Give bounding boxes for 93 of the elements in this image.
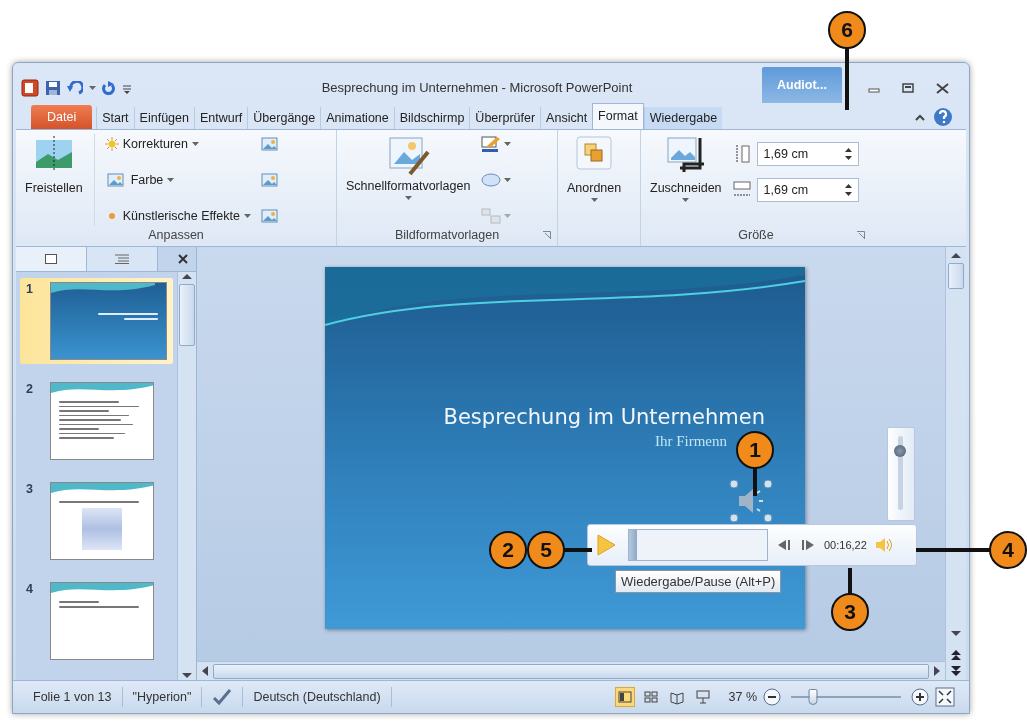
playback-time: 00:16,22 (824, 539, 867, 551)
dialog-launcher-icon[interactable] (857, 231, 865, 239)
ribbon-tab[interactable]: Format (592, 103, 644, 129)
group-label: Größe (738, 228, 774, 242)
caret-icon (590, 198, 598, 202)
stacked-squares-icon (576, 136, 613, 170)
slide-list-item[interactable]: 2 (20, 378, 173, 464)
progress-track[interactable] (628, 529, 768, 561)
caret-icon (167, 178, 175, 182)
spin-arrows-icon[interactable] (844, 147, 852, 161)
spin-arrows-icon[interactable] (844, 183, 852, 197)
collapse-ribbon-icon[interactable] (915, 113, 925, 121)
width-field[interactable]: 1,69 cm (756, 178, 859, 202)
scroll-thumb[interactable] (179, 284, 195, 346)
height-field[interactable]: 1,69 cm (756, 142, 859, 166)
sun-icon (104, 137, 119, 151)
close-icon[interactable] (936, 82, 949, 94)
scroll-right-icon[interactable] (933, 666, 941, 676)
close-icon[interactable] (178, 254, 188, 264)
app-logo-icon[interactable] (21, 79, 39, 97)
picture-brush-icon (386, 136, 431, 176)
scroll-down-icon[interactable] (951, 630, 961, 638)
group-label: Bildformatvorlagen (394, 228, 500, 242)
landscape-icon (33, 136, 74, 172)
window-title: Besprechung im Unternehmen - Microsoft PowerPoint (320, 79, 634, 97)
volume-thumb[interactable] (894, 444, 906, 457)
spellcheck-icon[interactable] (212, 689, 233, 705)
scroll-left-icon[interactable] (201, 666, 209, 676)
remove-background-button[interactable]: Freistellen (22, 134, 86, 226)
caret-icon (504, 178, 512, 182)
change-picture-icon[interactable] (260, 172, 279, 188)
crop-button[interactable]: Zuschneiden (647, 134, 725, 226)
caret-icon (243, 214, 251, 218)
reset-picture-icon[interactable] (260, 208, 279, 224)
group-label: Anpassen (147, 227, 205, 244)
slide-number: 3 (26, 482, 34, 496)
slide-list-item[interactable]: 3 (20, 478, 173, 564)
scroll-thumb[interactable] (948, 263, 964, 289)
ribbon-dropdown-button[interactable]: Korrekturen (102, 136, 253, 152)
outline-icon (115, 254, 129, 264)
tooltip: Wiedergabe/Pause (Alt+P) (615, 570, 782, 593)
slide-number: 1 (26, 282, 34, 296)
slide-subtitle: Ihr Firmenn (654, 433, 727, 450)
scroll-up-icon[interactable] (951, 251, 961, 259)
scroll-up-icon[interactable] (182, 272, 192, 280)
maximize-icon[interactable] (902, 83, 914, 93)
caret-icon (504, 142, 512, 146)
next-slide-icon[interactable] (951, 666, 961, 676)
compress-pictures-icon[interactable] (260, 136, 279, 152)
slide-number: 2 (26, 382, 34, 396)
customize-toolbar-icon[interactable] (122, 82, 132, 94)
arrange-button[interactable]: Anordnen (564, 134, 625, 226)
crop-picture-icon (665, 136, 706, 174)
slide-list-item[interactable]: 1 (20, 278, 173, 364)
callout-number: 4 (989, 531, 1027, 569)
undo-icon[interactable] (67, 81, 83, 95)
zoom-out-icon[interactable] (763, 688, 781, 706)
callout-number: 6 (828, 11, 866, 49)
slide-list-item[interactable]: 4 (20, 578, 173, 664)
theme-name: "Hyperion" (122, 687, 203, 707)
help-icon[interactable] (933, 107, 953, 127)
caret-icon (504, 214, 512, 218)
contextual-tab-header: Audiot... (762, 67, 842, 103)
speaker-icon[interactable] (729, 479, 773, 523)
skip-back-icon[interactable] (776, 539, 792, 551)
normal-view-button[interactable] (614, 687, 635, 707)
volume-slider[interactable] (887, 427, 915, 521)
previous-slide-icon[interactable] (951, 650, 961, 660)
scroll-thumb[interactable] (213, 663, 929, 679)
caret-icon (404, 196, 412, 200)
color-picture-icon[interactable] (104, 172, 127, 188)
caret-icon (682, 198, 690, 202)
caret-icon (89, 86, 96, 90)
ribbon-dropdown-button[interactable]: Künstlerische Effekte (102, 208, 253, 224)
skip-forward-icon[interactable] (800, 539, 816, 551)
ribbon-tab[interactable]: Wiedergabe (643, 107, 723, 129)
dialog-launcher-icon[interactable] (543, 231, 551, 239)
pencil-border-icon[interactable] (481, 136, 502, 152)
effects-icon[interactable] (481, 173, 502, 187)
ribbon-dropdown-button[interactable]: Farbe (102, 171, 253, 189)
zoom-in-icon[interactable] (911, 688, 929, 706)
slide-number: 4 (26, 582, 34, 596)
slide-counter: Folie 1 von 13 (23, 687, 123, 707)
slide-icon (45, 254, 57, 264)
language[interactable]: Deutsch (Deutschland) (243, 687, 392, 707)
save-icon[interactable] (45, 80, 61, 96)
fit-to-window-icon[interactable] (935, 687, 955, 707)
quick-styles-button[interactable]: Schnellformatvorlagen (343, 134, 474, 226)
zoom-level[interactable]: 37 % (728, 690, 757, 704)
slides-tab[interactable] (16, 247, 87, 271)
caret-icon (192, 142, 199, 146)
redo-icon[interactable] (102, 81, 116, 95)
slide-title: Besprechung im Unternehmen (443, 405, 765, 429)
